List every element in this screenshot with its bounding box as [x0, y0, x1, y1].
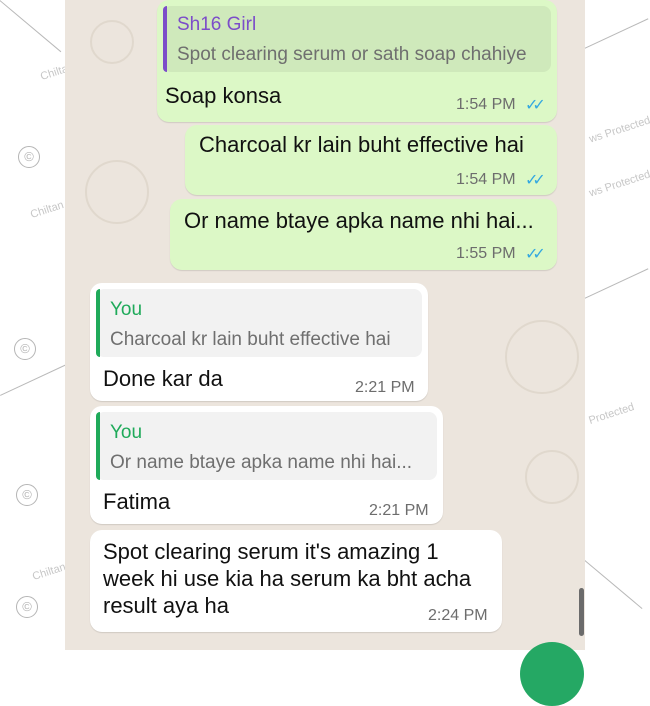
quote-bar [96, 289, 100, 357]
chat-area[interactable]: Sh16 Girl Spot clearing serum or sath so… [65, 0, 585, 650]
quote-bar [96, 412, 100, 480]
message-text: Fatima [103, 489, 171, 514]
message-bubble-outgoing[interactable]: Or name btaye apka name nhi hai... 1:55 … [170, 199, 557, 270]
read-receipt-icon: ✓✓ [525, 97, 546, 114]
message-bubble-outgoing[interactable]: Sh16 Girl Spot clearing serum or sath so… [157, 0, 557, 122]
message-bubble-incoming[interactable]: Spot clearing serum it's amazing 1 week … [90, 530, 502, 632]
message-text: Soap konsa [165, 83, 282, 108]
read-receipt-icon: ✓✓ [525, 172, 546, 189]
message-time: 1:54 PM [456, 171, 516, 188]
doodle-decoration [505, 320, 579, 394]
message-text: Charcoal kr lain buht effective hai [199, 132, 524, 157]
message-time: 2:24 PM [428, 607, 488, 624]
message-text-line: Spot clearing serum it's amazing 1 [103, 539, 439, 564]
watermark-line [0, 0, 62, 53]
watermark-line [584, 560, 643, 609]
quote-author: Sh16 Girl [177, 14, 257, 35]
message-bubble-incoming[interactable]: You Charcoal kr lain buht effective hai … [90, 283, 428, 401]
quoted-message[interactable]: Sh16 Girl Spot clearing serum or sath so… [163, 6, 551, 72]
message-time: 1:54 PM [456, 96, 516, 113]
message-time: 2:21 PM [369, 502, 429, 519]
scrollbar[interactable] [579, 588, 584, 636]
watermark-text: Chiltan [28, 199, 66, 221]
watermark-line [0, 363, 69, 396]
quoted-message[interactable]: You Charcoal kr lain buht effective hai [96, 289, 422, 357]
doodle-decoration [525, 450, 579, 504]
watermark-line [580, 18, 649, 51]
quote-author: You [110, 299, 143, 320]
watermark-text: Chiltan [30, 561, 68, 583]
message-time: 1:55 PM [456, 245, 516, 262]
watermark-text: ws Protected [587, 114, 650, 146]
watermark-text: ws Protected [587, 168, 650, 200]
quote-text: Charcoal kr lain buht effective hai [110, 329, 391, 350]
doodle-decoration [90, 20, 134, 64]
watermark-line [580, 268, 649, 301]
message-text-line: week hi use kia ha serum ka bht acha [103, 566, 472, 591]
message-time: 2:21 PM [355, 379, 415, 396]
copyright-watermark: © [16, 596, 38, 618]
message-text-line: result aya ha [103, 593, 229, 618]
scroll-down-button[interactable] [520, 642, 584, 706]
copyright-watermark: © [14, 338, 36, 360]
watermark-text: Protected [587, 401, 636, 427]
doodle-decoration [85, 160, 149, 224]
quote-text: Or name btaye apka name nhi hai... [110, 452, 413, 473]
message-bubble-incoming[interactable]: You Or name btaye apka name nhi hai... F… [90, 406, 443, 524]
quoted-message[interactable]: You Or name btaye apka name nhi hai... [96, 412, 437, 480]
message-bubble-outgoing[interactable]: Charcoal kr lain buht effective hai 1:54… [185, 125, 557, 195]
quote-text: Spot clearing serum or sath soap chahiye [177, 44, 527, 65]
read-receipt-icon: ✓✓ [525, 246, 546, 263]
copyright-watermark: © [16, 484, 38, 506]
copyright-watermark: © [18, 146, 40, 168]
message-text: Done kar da [103, 366, 223, 391]
quote-bar [163, 6, 167, 72]
message-text: Or name btaye apka name nhi hai... [184, 208, 534, 233]
quote-author: You [110, 422, 143, 443]
